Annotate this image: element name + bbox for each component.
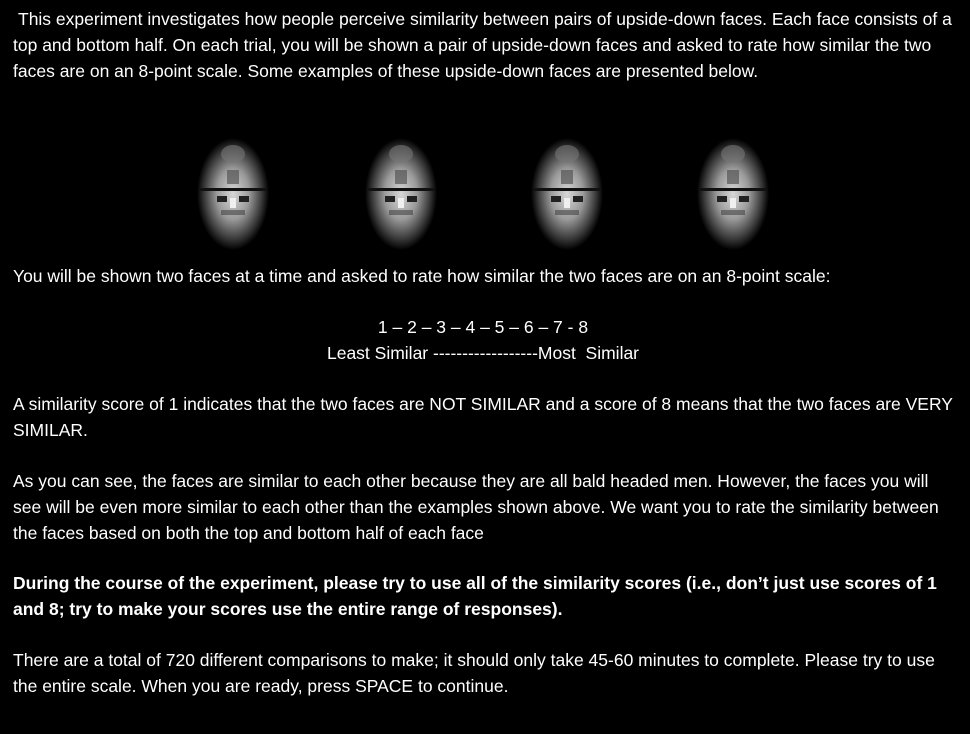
inverted-face-image xyxy=(193,132,273,250)
closing-text: There are a total of 720 different compa… xyxy=(13,650,935,696)
intro-text: This experiment investigates how people … xyxy=(13,9,952,81)
inverted-face-image xyxy=(361,132,441,250)
bold-instructions-text: During the course of the experiment, ple… xyxy=(13,573,937,619)
score-explanation-text: A similarity score of 1 indicates that t… xyxy=(13,394,953,440)
rating-scale: 1 – 2 – 3 – 4 – 5 – 6 – 7 - 8 Least Simi… xyxy=(0,314,966,366)
example-faces-row xyxy=(0,132,970,250)
scale-numbers: 1 – 2 – 3 – 4 – 5 – 6 – 7 - 8 xyxy=(377,317,589,337)
scale-anchors: Least Similar ------------------Most Sim… xyxy=(326,343,640,363)
scale-intro-text: You will be shown two faces at a time an… xyxy=(13,266,831,286)
inverted-face-image xyxy=(527,132,607,250)
instruction-screen[interactable]: { "intro": "This experiment investigates… xyxy=(0,0,970,734)
faces-note-text: As you can see, the faces are similar to… xyxy=(13,471,939,543)
inverted-face-image xyxy=(693,132,773,250)
